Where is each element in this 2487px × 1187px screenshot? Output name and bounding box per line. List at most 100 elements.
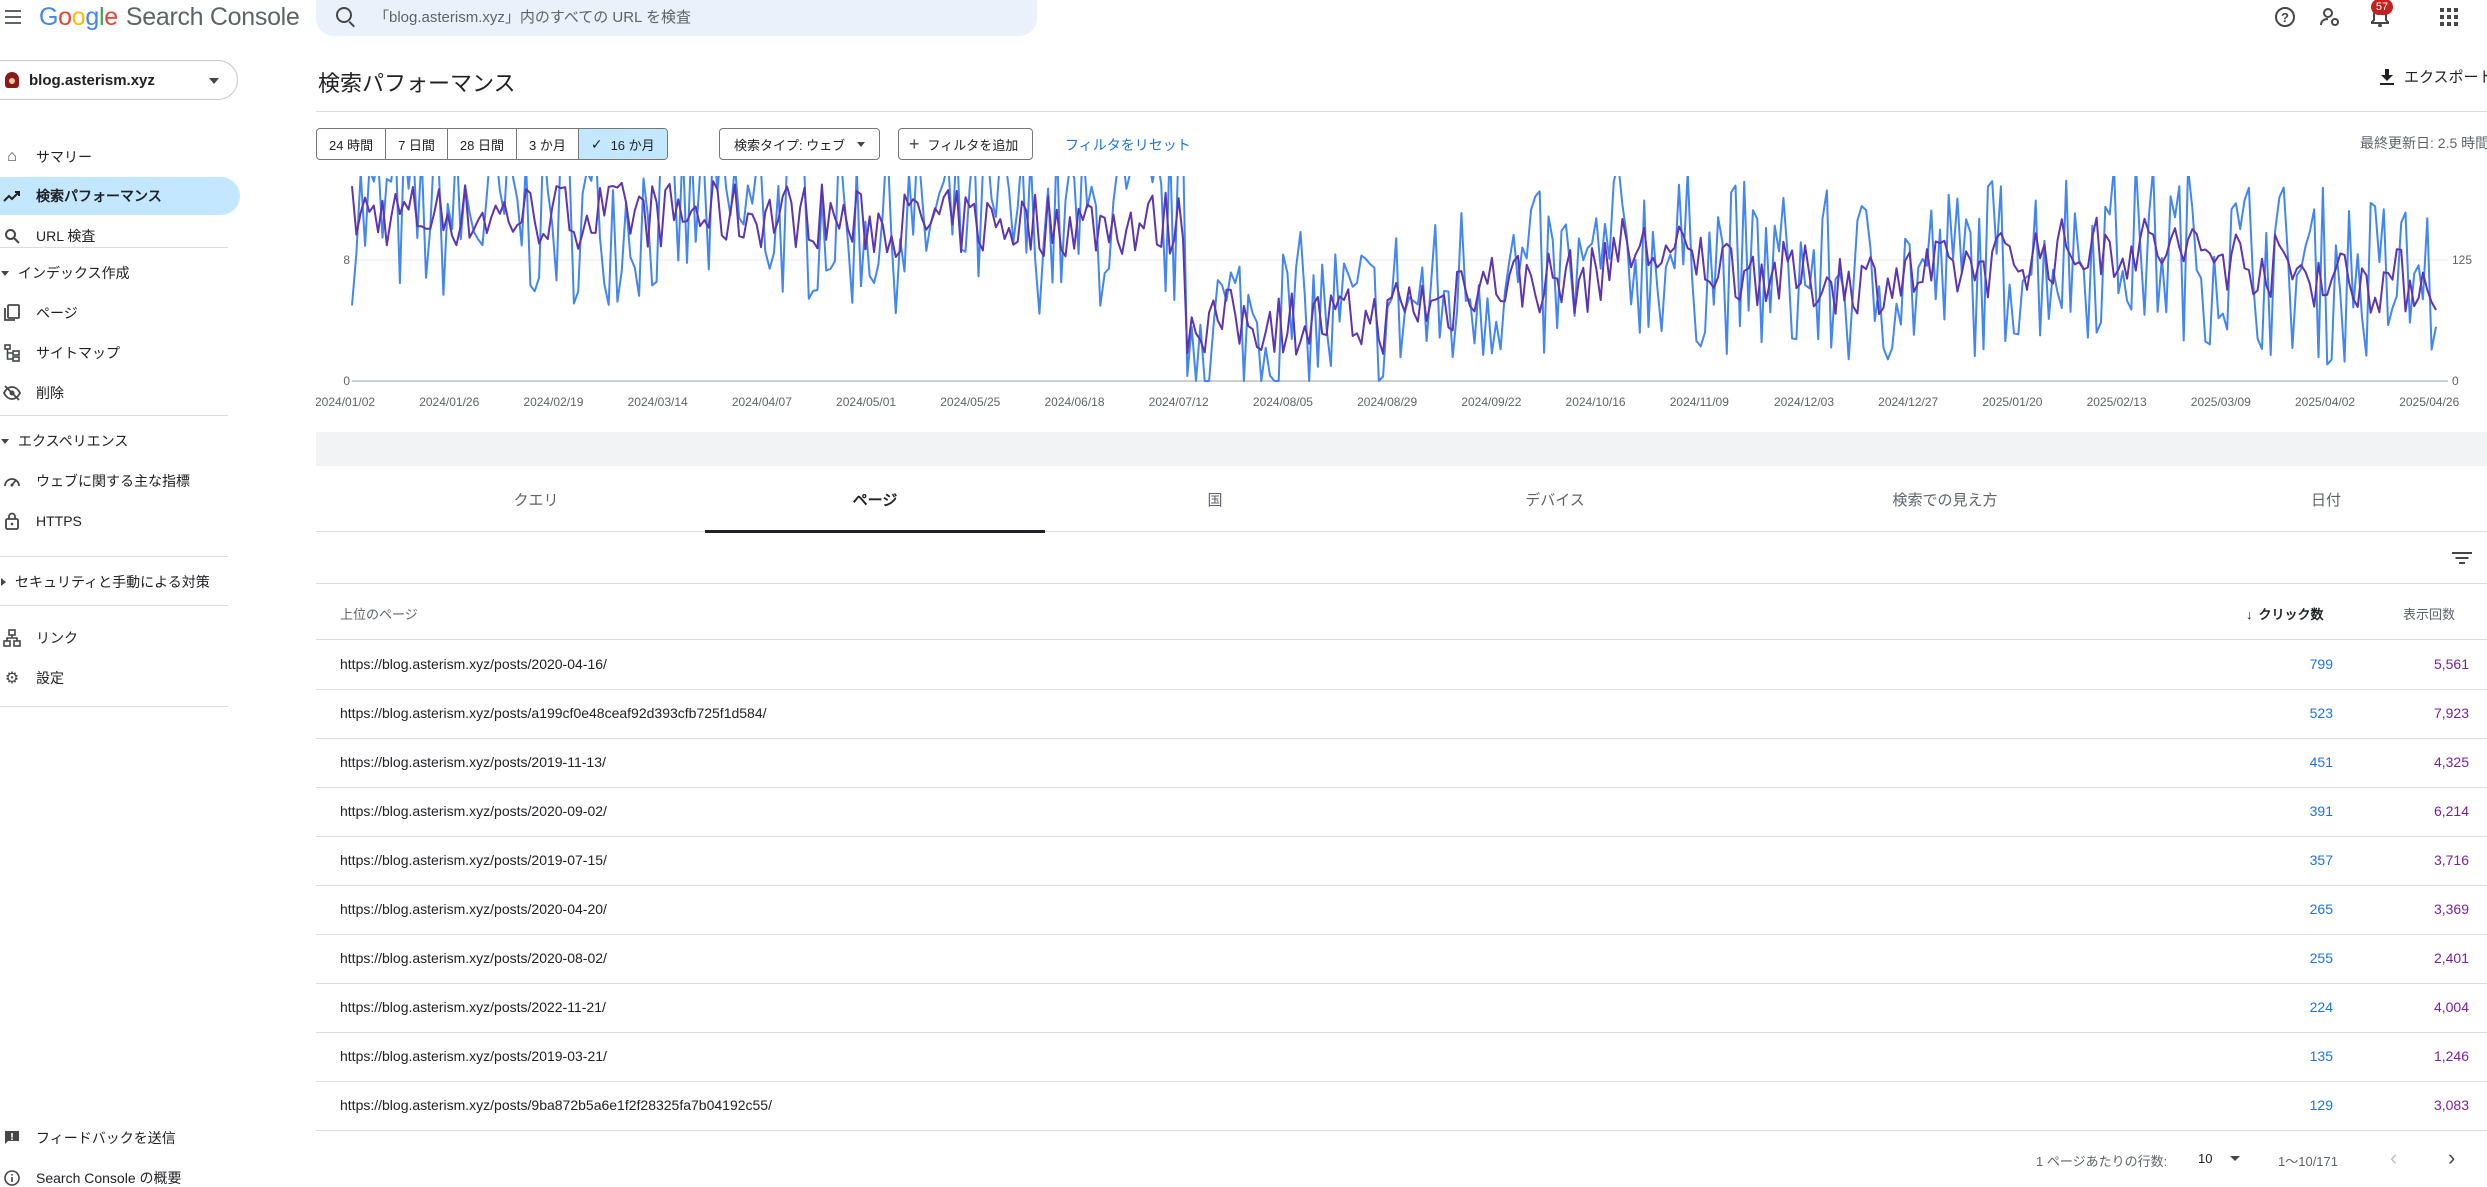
row-impressions: 5,561	[2433, 656, 2469, 672]
tab-dates[interactable]: 日付	[2165, 466, 2487, 532]
tab-pages[interactable]: ページ	[705, 466, 1045, 533]
sidebar-section-experience[interactable]: エクスペリエンス	[0, 426, 128, 456]
range-chip-3m[interactable]: 3 か月	[517, 129, 579, 159]
manage-user-icon[interactable]	[2315, 2, 2345, 32]
table-row[interactable]: https://blog.asterism.xyz/posts/2020-04-…	[316, 641, 2487, 690]
table-row[interactable]: https://blog.asterism.xyz/posts/9ba872b5…	[316, 1082, 2487, 1131]
property-selector[interactable]: blog.asterism.xyz	[0, 60, 238, 100]
sidebar-item-label: Search Console の概要	[36, 1170, 182, 1186]
tab-devices[interactable]: デバイス	[1385, 466, 1725, 532]
sidebar-item-links[interactable]: リンク	[0, 619, 240, 657]
x-axis-tick: 2025/04/26	[2399, 395, 2459, 409]
table-row[interactable]: https://blog.asterism.xyz/posts/2020-04-…	[316, 886, 2487, 935]
table-row[interactable]: https://blog.asterism.xyz/posts/2019-03-…	[316, 1033, 2487, 1082]
tab-queries[interactable]: クエリ	[316, 466, 756, 532]
sidebar-item-label: ページ	[36, 305, 78, 321]
sidebar-item-pages[interactable]: ページ	[0, 294, 240, 332]
menu-icon[interactable]	[2, 6, 24, 28]
row-page-url: https://blog.asterism.xyz/posts/2019-07-…	[340, 852, 607, 868]
row-clicks: 255	[2309, 950, 2333, 966]
row-page-url: https://blog.asterism.xyz/posts/2020-04-…	[340, 656, 607, 672]
sidebar-item-core-web-vitals[interactable]: ウェブに関する主な指標	[0, 462, 240, 500]
column-header-clicks[interactable]: ↓ クリック数	[2246, 604, 2324, 623]
x-axis-tick: 2024/01/02	[316, 395, 375, 409]
search-type-dropdown[interactable]: 検索タイプ: ウェブ	[719, 128, 881, 160]
sidebar-item-summary[interactable]: ⌂ サマリー	[0, 138, 240, 176]
notification-badge: 57	[2371, 0, 2393, 15]
sidebar-item-label: 検索パフォーマンス	[36, 188, 162, 204]
sidebar-item-about[interactable]: Search Console の概要	[0, 1159, 240, 1187]
range-chip-7d[interactable]: 7 日間	[386, 129, 448, 159]
table-row[interactable]: https://blog.asterism.xyz/posts/2019-07-…	[316, 837, 2487, 886]
info-icon	[2, 1168, 22, 1187]
sidebar-item-https[interactable]: HTTPS	[0, 502, 240, 540]
sidebar-item-settings[interactable]: ⚙ 設定	[0, 659, 240, 697]
chip-label: 24 時間	[329, 137, 374, 153]
row-clicks: 523	[2309, 705, 2333, 721]
page-title: 検索パフォーマンス	[318, 71, 516, 96]
add-filter-button[interactable]: + フィルタを追加	[898, 128, 1034, 160]
column-header-impressions[interactable]: 表示回数	[2403, 604, 2455, 623]
google-wordmark: Google	[39, 3, 118, 31]
sidebar-item-label: リンク	[36, 630, 78, 646]
sidebar-item-removals[interactable]: 削除	[0, 374, 240, 412]
dimension-table-card: クエリ ページ 国 デバイス 検索での見え方 日付 上位のページ ↓ クリック数 …	[316, 466, 2487, 1187]
feedback-icon	[2, 1128, 22, 1148]
range-chip-16m[interactable]: ✓ 16 か月	[578, 129, 667, 159]
sidebar-item-sitemaps[interactable]: サイトマップ	[0, 334, 240, 372]
sidebar-item-label: フィードバックを送信	[36, 1130, 176, 1146]
x-axis-tick: 2025/02/13	[2087, 395, 2147, 409]
caret-down-icon	[1, 438, 9, 444]
chevron-right-icon[interactable]: ›	[2448, 1145, 2455, 1171]
table-row[interactable]: https://blog.asterism.xyz/posts/a199cf0e…	[316, 690, 2487, 739]
x-axis-tick: 2024/11/09	[1670, 395, 1729, 409]
tab-countries[interactable]: 国	[1045, 466, 1385, 532]
chevron-down-icon[interactable]	[2230, 1156, 2240, 1161]
sidebar-section-security[interactable]: セキュリティと手動による対策	[0, 567, 210, 597]
search-icon[interactable]	[336, 7, 352, 23]
search-type-label: 検索タイプ: ウェブ	[734, 137, 846, 153]
sidebar-item-label: 設定	[36, 670, 64, 686]
last-updated-text: 最終更新日: 2.5 時間前	[2360, 135, 2487, 151]
column-header-clicks-label: クリック数	[2258, 607, 2324, 622]
row-clicks: 451	[2309, 754, 2333, 770]
row-page-url: https://blog.asterism.xyz/posts/9ba872b5…	[340, 1097, 772, 1113]
plus-icon: +	[909, 133, 920, 154]
range-chip-28d[interactable]: 28 日間	[448, 129, 517, 159]
export-label: エクスポート	[2404, 69, 2487, 86]
rows-per-page-select[interactable]: 10	[2198, 1151, 2212, 1166]
x-axis-tick: 2024/12/03	[1774, 395, 1834, 409]
chip-label: 3 か月	[529, 137, 566, 153]
row-impressions: 7,923	[2433, 705, 2469, 721]
chevron-down-icon	[857, 141, 866, 147]
sidebar-item-label: サマリー	[36, 149, 92, 165]
table-row[interactable]: https://blog.asterism.xyz/posts/2022-11-…	[316, 984, 2487, 1033]
row-impressions: 3,369	[2433, 901, 2469, 917]
inspect-url-search-box[interactable]	[316, 0, 1037, 36]
sidebar-item-performance[interactable]: 検索パフォーマンス	[0, 177, 240, 215]
tab-search-appearance[interactable]: 検索での見え方	[1725, 466, 2165, 532]
sidebar-divider	[0, 556, 228, 557]
sidebar-item-label: ウェブに関する主な指標	[36, 473, 190, 489]
top-app-bar: GoogleSearch Console ? 57	[0, 0, 2487, 36]
filter-list-icon[interactable]	[2452, 550, 2472, 566]
table-row[interactable]: https://blog.asterism.xyz/posts/2020-08-…	[316, 935, 2487, 984]
chevron-left-icon[interactable]: ‹	[2390, 1145, 2397, 1171]
range-chip-24h[interactable]: 24 時間	[317, 129, 387, 159]
sidebar-section-indexing[interactable]: インデックス作成	[0, 258, 130, 288]
reset-filters-link[interactable]: フィルタをリセット	[1065, 135, 1191, 155]
table-row[interactable]: https://blog.asterism.xyz/posts/2019-11-…	[316, 739, 2487, 788]
sidebar-item-feedback[interactable]: フィードバックを送信	[0, 1119, 240, 1157]
lock-icon	[2, 511, 22, 531]
sidebar-item-url-inspection[interactable]: URL 検査	[0, 217, 240, 255]
app-logo[interactable]: Google Search Console	[39, 3, 300, 32]
table-row[interactable]: https://blog.asterism.xyz/posts/2020-09-…	[316, 788, 2487, 837]
x-axis-tick: 2024/09/22	[1461, 395, 1521, 409]
apps-grid-icon[interactable]	[2440, 8, 2458, 26]
export-button[interactable]: エクスポート	[2380, 66, 2487, 87]
arrow-down-icon: ↓	[2246, 607, 2253, 622]
rows-per-page-label: 1 ページあたりの行数:	[2036, 1154, 2168, 1169]
row-page-url: https://blog.asterism.xyz/posts/2019-03-…	[340, 1048, 607, 1064]
help-icon[interactable]: ?	[2270, 2, 2300, 32]
inspect-url-input[interactable]	[374, 4, 1014, 30]
